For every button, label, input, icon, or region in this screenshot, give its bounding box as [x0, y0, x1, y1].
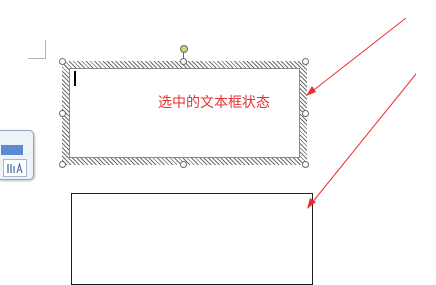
pointer-arrows — [306, 17, 417, 209]
arrowhead-top — [306, 86, 316, 96]
arrow-line-bottom — [310, 73, 417, 205]
arrow-line-top — [309, 17, 407, 94]
